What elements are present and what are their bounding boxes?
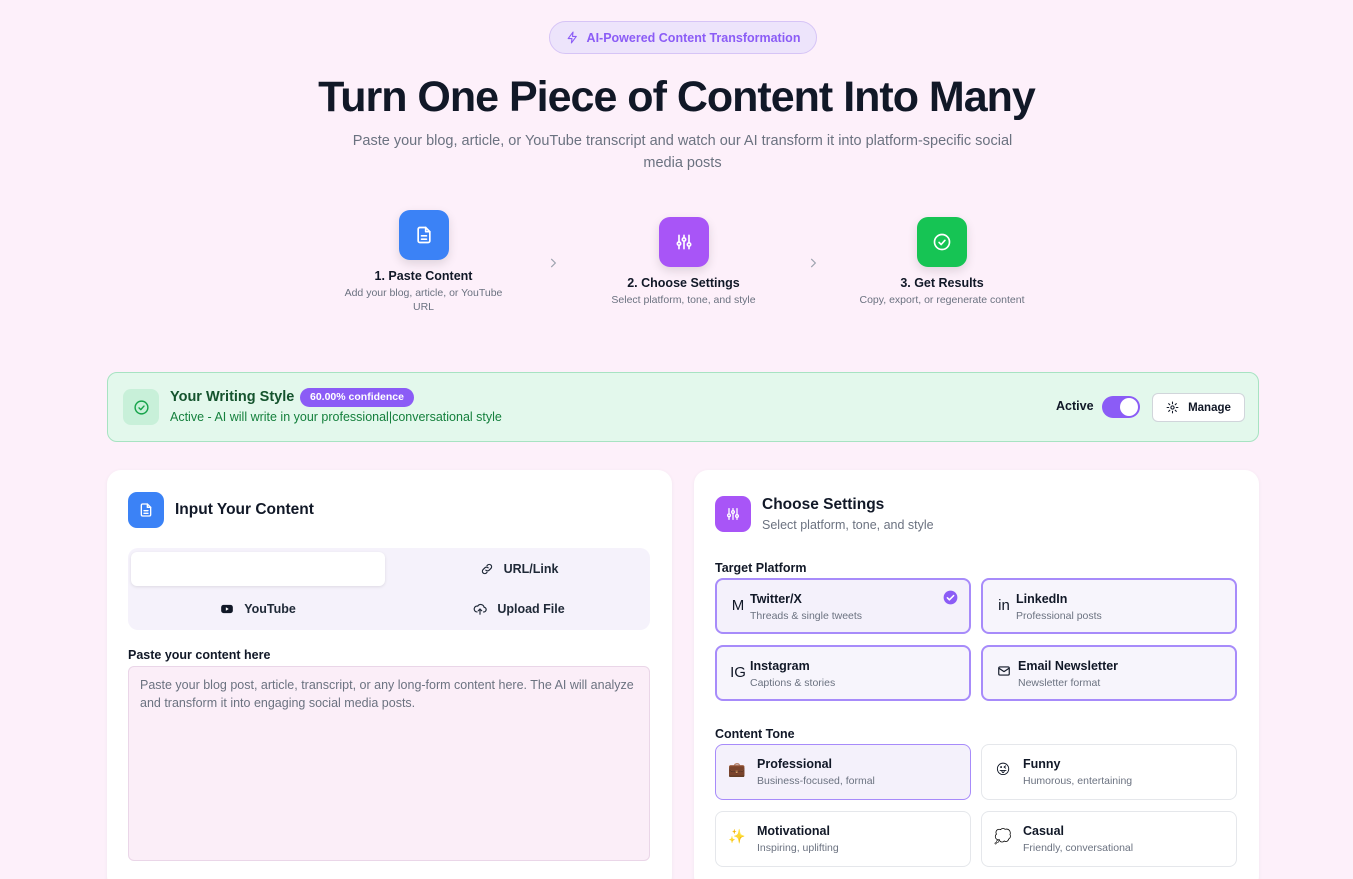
chevron-right-icon (550, 258, 557, 268)
manage-button[interactable]: Manage (1152, 393, 1245, 422)
writing-style-title: Your Writing Style (170, 389, 295, 405)
option-name: Email Newsletter (1018, 659, 1119, 673)
settings-card-title: Choose Settings (762, 496, 885, 513)
option-name: LinkedIn (1016, 592, 1068, 606)
content-tone-label: Content Tone (715, 727, 795, 741)
platform-option-email-newsletter[interactable]: Email Newsletter Newsletter format (981, 645, 1237, 701)
step-paste-content: 1. Paste Content Add your blog, article,… (336, 210, 511, 314)
step-desc: Copy, export, or regenerate content (859, 294, 1025, 306)
manage-label: Manage (1188, 401, 1231, 414)
tab-text[interactable] (131, 552, 385, 586)
settings-card-subtitle: Select platform, tone, and style (762, 518, 934, 532)
active-toggle[interactable] (1102, 396, 1140, 418)
platform-option-linkedin[interactable]: in LinkedIn Professional posts (981, 578, 1237, 634)
badge-label: AI-Powered Content Transformation (586, 30, 801, 45)
platform-option-twitter[interactable]: M Twitter/X Threads & single tweets (715, 578, 971, 634)
link-icon (481, 563, 492, 575)
option-name: Casual (1023, 824, 1064, 838)
ai-powered-badge: AI-Powered Content Transformation (549, 21, 817, 54)
gear-icon (1166, 401, 1179, 414)
tab-url-link[interactable]: URL/Link (392, 552, 646, 586)
sliders-icon (658, 217, 709, 267)
option-desc: Newsletter format (1018, 677, 1101, 689)
tone-option-professional[interactable]: 💼 Professional Business-focused, formal (715, 744, 971, 800)
option-desc: Business-focused, formal (757, 775, 875, 787)
active-label: Active (1056, 399, 1094, 413)
document-icon (128, 492, 164, 528)
option-desc: Threads & single tweets (750, 610, 863, 622)
option-desc: Friendly, conversational (1023, 842, 1134, 854)
tab-label: Upload File (497, 602, 565, 616)
content-textarea[interactable]: Paste your blog post, article, transcrip… (128, 666, 650, 861)
toggle-knob (1120, 398, 1138, 416)
tone-option-casual[interactable]: 💭 Casual Friendly, conversational (981, 811, 1237, 867)
step-desc: Select platform, tone, and style (611, 294, 756, 306)
chevron-right-icon (810, 258, 817, 268)
laughing-face-icon: 😜 (995, 762, 1011, 778)
check-circle-icon (123, 389, 159, 425)
option-name: Twitter/X (750, 592, 802, 606)
option-name: Motivational (757, 824, 830, 838)
option-name: Funny (1023, 757, 1061, 771)
target-platform-label: Target Platform (715, 561, 807, 575)
linkedin-icon: in (998, 597, 1010, 614)
step-desc: Add your blog, article, or YouTube URL (344, 287, 503, 313)
mail-icon (995, 664, 1013, 682)
twitter-icon: M (731, 597, 745, 614)
input-content-card: Input Your Content URL/Link YouTube Uplo… (107, 470, 672, 879)
upload-icon (473, 603, 488, 615)
content-field-label: Paste your content here (128, 648, 271, 662)
thought-bubble-icon: 💭 (994, 829, 1012, 845)
tab-upload-file[interactable]: Upload File (392, 592, 646, 626)
tone-option-motivational[interactable]: ✨ Motivational Inspiring, uplifting (715, 811, 971, 867)
youtube-icon (221, 604, 234, 614)
step-choose-settings: 2. Choose Settings Select platform, tone… (596, 217, 771, 307)
instagram-icon: IG (730, 664, 746, 681)
choose-settings-card: Choose Settings Select platform, tone, a… (694, 470, 1259, 879)
tone-option-funny[interactable]: 😜 Funny Humorous, entertaining (981, 744, 1237, 800)
option-desc: Professional posts (1016, 610, 1102, 622)
writing-style-description: Active - AI will write in your professio… (170, 410, 502, 424)
document-icon (398, 210, 449, 260)
step-get-results: 3. Get Results Copy, export, or regenera… (848, 217, 1036, 307)
option-desc: Humorous, entertaining (1023, 775, 1133, 787)
briefcase-icon: 💼 (728, 762, 746, 778)
option-desc: Captions & stories (750, 677, 836, 689)
page-title: Turn One Piece of Content Into Many (318, 73, 1036, 121)
writing-style-panel: Your Writing Style 60.00% confidence Act… (107, 372, 1259, 442)
step-title: 2. Choose Settings (627, 276, 740, 290)
platform-option-instagram[interactable]: IG Instagram Captions & stories (715, 645, 971, 701)
option-desc: Inspiring, uplifting (757, 842, 839, 854)
step-title: 1. Paste Content (374, 269, 473, 283)
tab-label: URL/Link (503, 562, 559, 576)
input-source-tabs: URL/Link YouTube Upload File (128, 548, 650, 630)
input-card-title: Input Your Content (175, 501, 314, 518)
tab-label: YouTube (244, 602, 296, 616)
selected-check-icon (943, 590, 958, 605)
page-subtitle: Paste your blog, article, or YouTube tra… (352, 133, 1013, 171)
sparkles-icon: ✨ (728, 829, 746, 845)
sliders-icon (715, 496, 751, 532)
check-circle-icon (917, 217, 967, 267)
option-name: Professional (757, 757, 833, 771)
step-title: 3. Get Results (900, 276, 984, 290)
tab-youtube[interactable]: YouTube (131, 592, 385, 626)
confidence-badge: 60.00% confidence (300, 388, 414, 407)
option-name: Instagram (750, 659, 810, 673)
zap-icon (567, 31, 577, 44)
